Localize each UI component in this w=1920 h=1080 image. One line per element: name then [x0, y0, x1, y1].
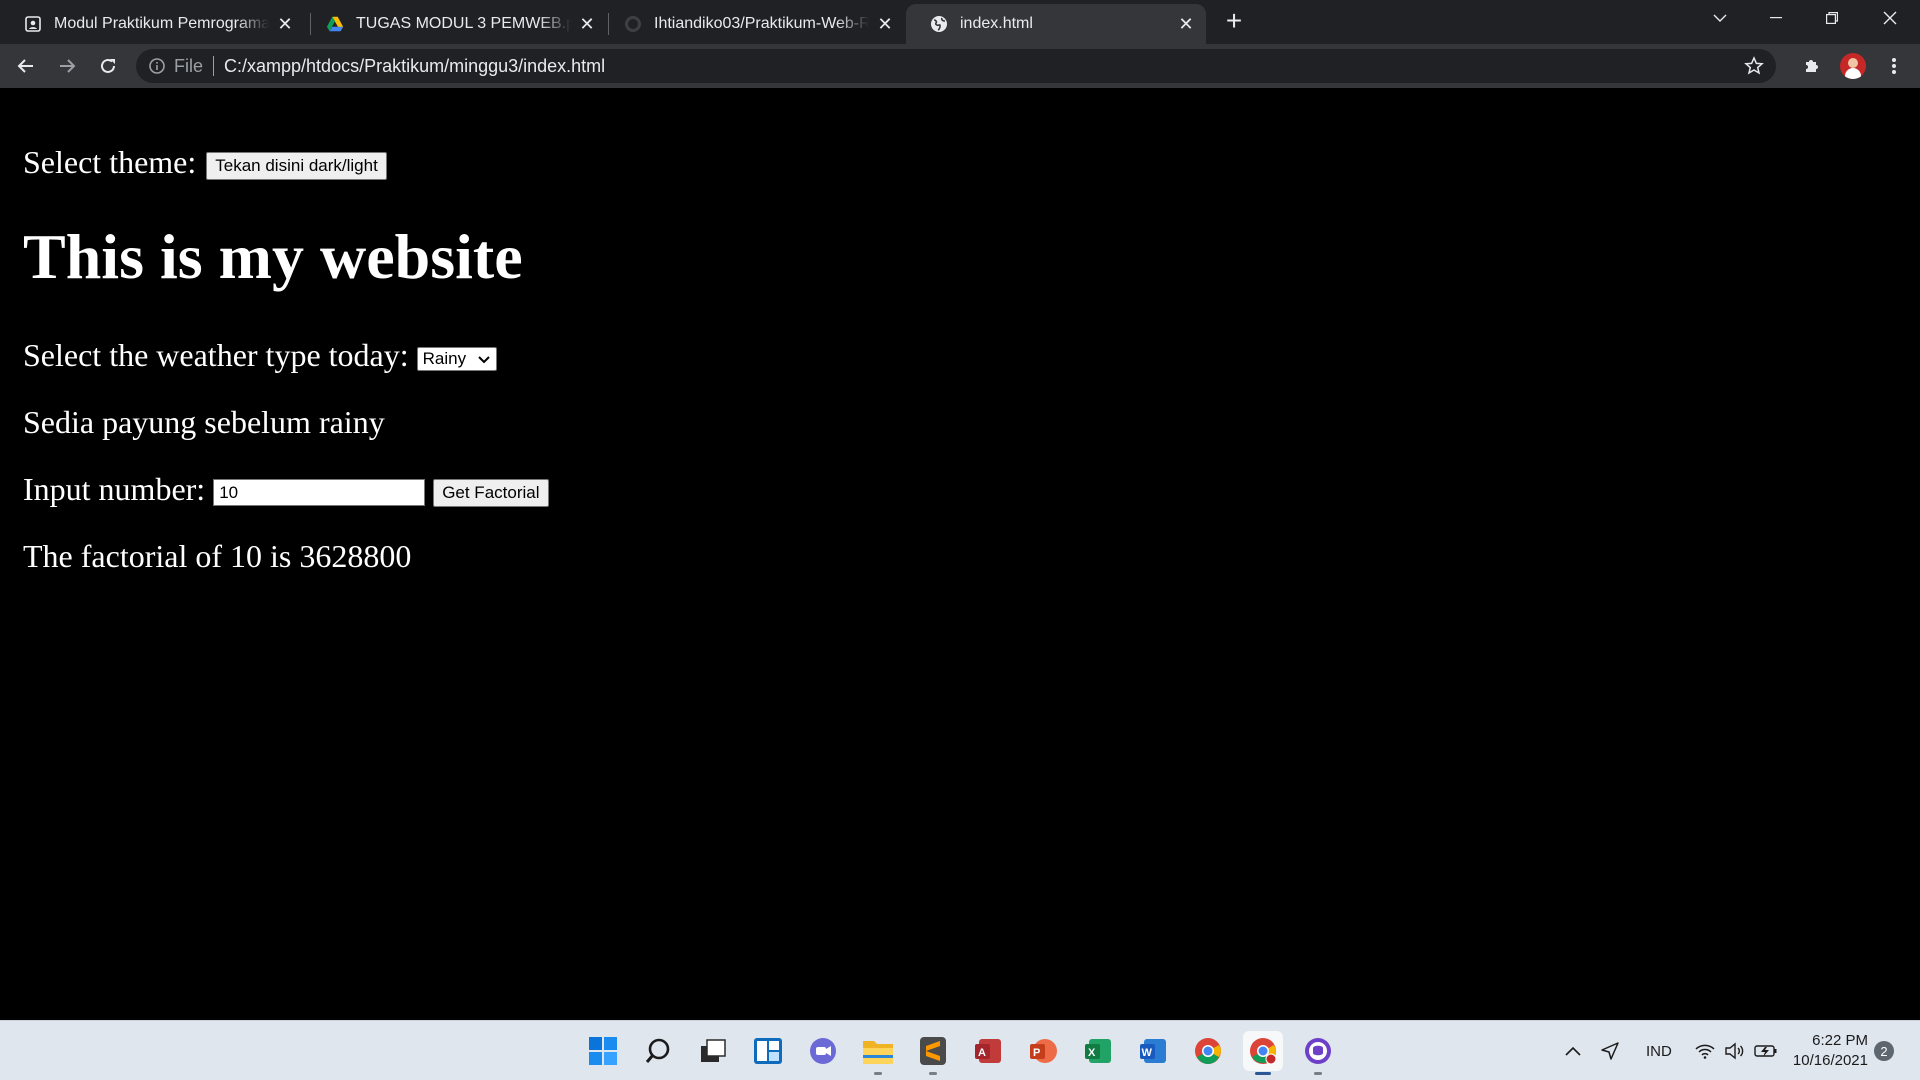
battery-icon[interactable]: [1754, 1021, 1778, 1080]
svg-text:W: W: [1142, 1047, 1153, 1059]
weather-row: Select the weather type today: Rainy: [23, 337, 497, 374]
address-bar[interactable]: File C:/xampp/htdocs/Praktikum/minggu3/i…: [136, 49, 1776, 83]
excel-icon[interactable]: X: [1078, 1031, 1118, 1071]
bookmark-star-icon[interactable]: [1744, 56, 1764, 76]
clock-time: 6:22 PM: [1812, 1032, 1868, 1049]
chevron-down-icon: [477, 351, 490, 367]
tab-title: Modul Praktikum Pemrograman Web: [54, 15, 269, 32]
scheme-label: File: [174, 55, 204, 76]
powerpoint-icon[interactable]: P: [1023, 1031, 1063, 1071]
show-hidden-icons-icon[interactable]: [1564, 1021, 1582, 1080]
word-icon[interactable]: W: [1133, 1031, 1173, 1071]
weather-select[interactable]: Rainy: [416, 346, 497, 371]
sublime-text-icon[interactable]: [913, 1031, 953, 1075]
close-tab-icon[interactable]: ✕: [1176, 14, 1196, 34]
search-icon[interactable]: [638, 1031, 678, 1071]
tab-title: TUGAS MODUL 3 PEMWEB.pdf - Google Drive: [356, 15, 571, 32]
weather-message-row: Sedia payung sebelum rainy: [23, 404, 385, 441]
task-view-icon[interactable]: [693, 1031, 733, 1071]
location-icon[interactable]: [1600, 1021, 1620, 1080]
github-icon: [624, 15, 642, 33]
tab-title: index.html: [960, 15, 1033, 32]
factorial-result: The factorial of 10 is 3628800: [23, 538, 412, 574]
weather-message: Sedia payung sebelum rainy: [23, 404, 385, 440]
info-icon[interactable]: [148, 57, 166, 75]
access-icon[interactable]: A: [968, 1031, 1008, 1071]
wifi-icon[interactable]: [1695, 1021, 1715, 1080]
globe-icon: [930, 15, 948, 33]
tab-modul-praktikum[interactable]: Modul Praktikum Pemrograman Web ✕: [0, 4, 305, 44]
teams-chat-icon[interactable]: [803, 1031, 843, 1071]
svg-text:X: X: [1088, 1047, 1096, 1059]
close-tab-icon[interactable]: ✕: [577, 14, 597, 34]
close-tab-icon[interactable]: ✕: [875, 14, 895, 34]
profile-avatar[interactable]: [1837, 50, 1869, 82]
extensions-icon[interactable]: [1796, 50, 1828, 82]
tab-index-html[interactable]: index.html ✕: [906, 4, 1206, 44]
tab-title: Ihtiandiko03/Praktikum-Web-RC: [654, 15, 869, 32]
web-page: Select theme: Tekan disini dark/light Th…: [0, 88, 1920, 1020]
file-explorer-icon[interactable]: [858, 1031, 898, 1075]
close-window-icon[interactable]: [1862, 0, 1918, 36]
number-label: Input number:: [23, 471, 206, 507]
reload-icon[interactable]: [92, 50, 124, 82]
restore-icon[interactable]: [1804, 0, 1860, 36]
weather-label: Select the weather type today:: [23, 337, 409, 373]
widgets-icon[interactable]: [748, 1031, 788, 1071]
menu-kebab-icon[interactable]: [1878, 50, 1910, 82]
clock-date: 10/16/2021: [1792, 1052, 1868, 1069]
theme-toggle-button[interactable]: Tekan disini dark/light: [206, 151, 387, 180]
back-icon[interactable]: [10, 50, 42, 82]
language-indicator[interactable]: IND: [1646, 1021, 1672, 1080]
forward-icon[interactable]: [51, 50, 83, 82]
url-text[interactable]: C:/xampp/htdocs/Praktikum/minggu3/index.…: [224, 56, 605, 77]
get-factorial-button[interactable]: Get Factorial: [433, 478, 549, 507]
svg-text:A: A: [978, 1047, 986, 1059]
taskbar: A P X W IND 6:22 PM 10/16/2021 2: [0, 1020, 1920, 1080]
close-tab-icon[interactable]: ✕: [275, 14, 295, 34]
new-tab-button[interactable]: +: [1220, 7, 1248, 36]
tab-github-repo[interactable]: Ihtiandiko03/Praktikum-Web-RC ✕: [600, 4, 905, 44]
browser-toolbar: File C:/xampp/htdocs/Praktikum/minggu3/i…: [0, 44, 1920, 88]
clock[interactable]: 6:22 PM 10/16/2021: [1790, 1031, 1868, 1071]
number-input[interactable]: 10: [213, 479, 426, 506]
notification-badge[interactable]: 2: [1874, 1041, 1894, 1061]
volume-icon[interactable]: [1724, 1021, 1744, 1080]
tab-search-icon[interactable]: [1692, 0, 1748, 36]
tab-strip: Modul Praktikum Pemrograman Web ✕ TUGAS …: [0, 0, 1920, 44]
svg-text:P: P: [1033, 1047, 1040, 1059]
start-icon[interactable]: [583, 1031, 623, 1071]
minimize-icon[interactable]: [1748, 0, 1804, 36]
chrome-profile-icon[interactable]: [1243, 1031, 1283, 1075]
factorial-result-row: The factorial of 10 is 3628800: [23, 538, 411, 575]
page-title: This is my website: [23, 221, 523, 292]
avatar: [1840, 53, 1866, 79]
theme-label: Select theme:: [23, 144, 197, 180]
weather-selected-value: Rainy: [422, 348, 467, 368]
separator: [213, 56, 215, 76]
tab-tugas-modul[interactable]: TUGAS MODUL 3 PEMWEB.pdf - Google Drive …: [302, 4, 607, 44]
document-icon: [24, 15, 42, 33]
number-row: Input number: 10 Get Factorial: [23, 471, 549, 508]
github-desktop-icon[interactable]: [1298, 1031, 1338, 1075]
chrome-icon[interactable]: [1188, 1031, 1228, 1071]
google-drive-icon: [326, 15, 344, 33]
theme-row: Select theme: Tekan disini dark/light: [23, 144, 387, 181]
